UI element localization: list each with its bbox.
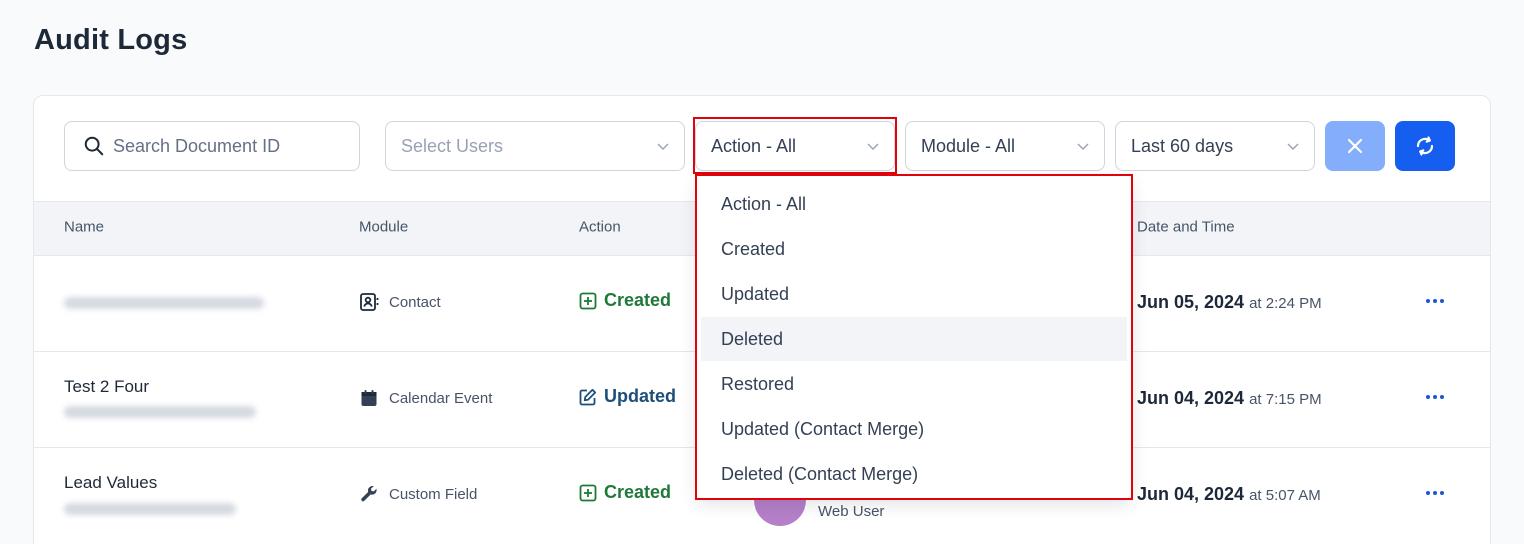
search-input[interactable] xyxy=(113,135,343,157)
time-value: at 5:07 AM xyxy=(1249,487,1321,504)
search-icon xyxy=(84,136,104,156)
date-time-cell: Jun 04, 2024 at 5:07 AM xyxy=(1137,484,1321,505)
action-label: Created xyxy=(604,290,672,310)
menu-item-action-all[interactable]: Action - All xyxy=(701,182,1127,226)
chevron-down-icon xyxy=(1077,143,1089,150)
action-cell: Created xyxy=(579,290,671,311)
wrench-icon xyxy=(361,486,377,502)
module-label: Custom Field xyxy=(389,485,478,503)
time-value: at 7:15 PM xyxy=(1249,391,1322,408)
menu-item-updated[interactable]: Updated xyxy=(701,272,1127,316)
redacted-id xyxy=(64,503,236,515)
search-document-box[interactable] xyxy=(64,121,360,171)
clear-filters-button[interactable] xyxy=(1325,121,1385,171)
annotation-highlight-action xyxy=(693,117,897,174)
row-more-options-button[interactable] xyxy=(1426,299,1444,303)
row-more-options-button[interactable] xyxy=(1426,395,1444,399)
action-label: Created xyxy=(604,482,672,502)
time-value: at 2:24 PM xyxy=(1249,295,1322,312)
select-users-placeholder: Select Users xyxy=(401,135,504,156)
column-header-action[interactable]: Action xyxy=(579,219,621,236)
date-value: Jun 04, 2024 xyxy=(1137,388,1245,408)
action-filter-menu: Action - All Created Updated Deleted Res… xyxy=(697,176,1131,498)
action-cell: Updated xyxy=(579,386,676,407)
date-range-dropdown[interactable]: Last 60 days xyxy=(1115,121,1315,171)
module-filter-dropdown[interactable]: Module - All xyxy=(905,121,1105,171)
action-label: Updated xyxy=(604,386,676,406)
chevron-down-icon xyxy=(657,143,669,150)
module-cell: Calendar Event xyxy=(359,388,492,408)
contact-card-icon xyxy=(360,293,379,311)
close-icon xyxy=(1347,138,1363,154)
module-cell: Contact xyxy=(359,292,441,312)
module-filter-value: Module - All xyxy=(921,135,1016,156)
calendar-icon xyxy=(361,390,377,406)
user-role: Web User xyxy=(818,503,885,520)
date-range-value: Last 60 days xyxy=(1131,135,1234,156)
module-cell: Custom Field xyxy=(359,484,477,504)
row-more-options-button[interactable] xyxy=(1426,491,1444,495)
chevron-down-icon xyxy=(1287,143,1299,150)
date-value: Jun 05, 2024 xyxy=(1137,292,1245,312)
plus-square-icon xyxy=(579,292,597,309)
refresh-icon xyxy=(1416,136,1434,156)
redacted-id xyxy=(64,406,256,418)
redacted-name xyxy=(64,297,264,309)
action-cell: Created xyxy=(579,482,671,503)
edit-icon xyxy=(579,388,597,405)
row-name[interactable]: Test 2 Four xyxy=(64,377,149,397)
select-users-dropdown[interactable]: Select Users xyxy=(385,121,685,171)
page-title: Audit Logs xyxy=(34,24,188,56)
column-header-name[interactable]: Name xyxy=(64,219,104,236)
column-header-date-time[interactable]: Date and Time xyxy=(1137,219,1235,236)
module-label: Contact xyxy=(389,293,441,311)
date-value: Jun 04, 2024 xyxy=(1137,484,1245,504)
menu-item-created[interactable]: Created xyxy=(701,227,1127,271)
plus-square-icon xyxy=(579,484,597,501)
menu-item-deleted[interactable]: Deleted xyxy=(701,317,1127,361)
date-time-cell: Jun 05, 2024 at 2:24 PM xyxy=(1137,292,1322,313)
date-time-cell: Jun 04, 2024 at 7:15 PM xyxy=(1137,388,1322,409)
menu-item-updated-contact-merge[interactable]: Updated (Contact Merge) xyxy=(701,407,1127,451)
row-name[interactable]: Lead Values xyxy=(64,473,157,493)
column-header-module[interactable]: Module xyxy=(359,219,408,236)
refresh-button[interactable] xyxy=(1395,121,1455,171)
menu-item-deleted-contact-merge[interactable]: Deleted (Contact Merge) xyxy=(701,452,1127,496)
menu-item-restored[interactable]: Restored xyxy=(701,362,1127,406)
module-label: Calendar Event xyxy=(389,389,493,407)
